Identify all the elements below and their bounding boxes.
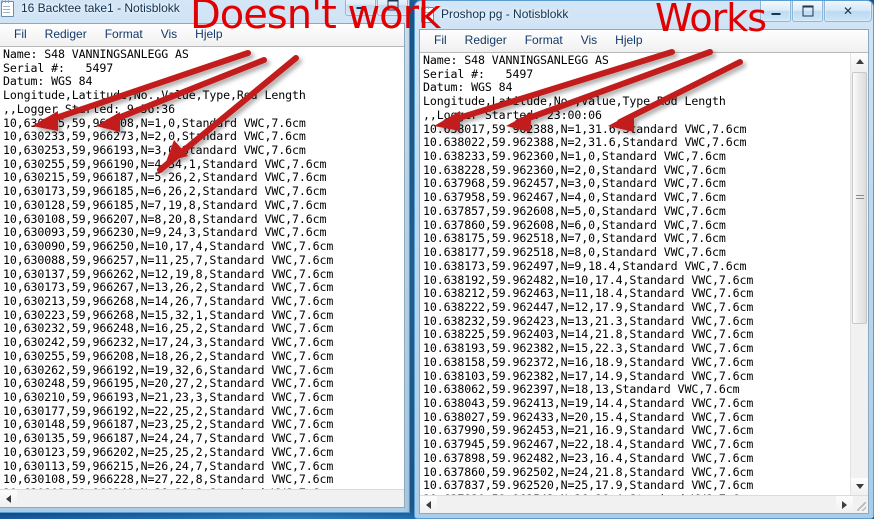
- resize-grip-icon[interactable]: [853, 496, 868, 513]
- scroll-right-arrow-icon[interactable]: [836, 496, 853, 513]
- text-editor-right[interactable]: Name: S48 VANNINGSANLEGG AS Serial #: 54…: [420, 53, 850, 495]
- editor-wrap-left: Name: S48 VANNINGSANLEGG AS Serial #: 54…: [0, 46, 404, 489]
- scroll-left-arrow-icon[interactable]: [0, 490, 17, 507]
- menu-item-format-right[interactable]: Format: [516, 31, 572, 50]
- menu-item-hjelp-right[interactable]: Hjelp: [606, 31, 651, 50]
- menu-item-format-left[interactable]: Format: [96, 25, 152, 44]
- editor-content-left[interactable]: Name: S48 VANNINGSANLEGG AS Serial #: 54…: [3, 47, 404, 489]
- menu-item-vis-left[interactable]: Vis: [152, 25, 186, 44]
- editor-wrap-right: Name: S48 VANNINGSANLEGG AS Serial #: 54…: [420, 52, 868, 495]
- notepad-window-right[interactable]: Proshop pg - Notisblokk ✕ Fil Rediger Fo…: [414, 0, 874, 519]
- notepad-icon: [419, 5, 435, 23]
- scroll-up-arrow-icon[interactable]: [851, 53, 868, 70]
- menu-item-fil-left[interactable]: Fil: [5, 25, 36, 44]
- menu-item-rediger-right[interactable]: Rediger: [456, 31, 516, 50]
- hscroll-track-left[interactable]: [17, 490, 404, 507]
- menu-item-vis-right[interactable]: Vis: [572, 31, 606, 50]
- scrollbar-grip-icon: [855, 195, 864, 201]
- menubar-right[interactable]: Fil Rediger Format Vis Hjelp: [420, 30, 868, 52]
- close-icon[interactable]: ✕: [824, 1, 872, 22]
- minimize-icon[interactable]: [760, 1, 791, 22]
- client-area-left: Fil Rediger Format Vis Hjelp Name: S48 V…: [0, 23, 405, 508]
- notepad-window-left[interactable]: 16 Backtee take1 - Notisblokk Fil Redige…: [0, 0, 410, 513]
- horizontal-scrollbar-left[interactable]: [0, 489, 404, 507]
- scroll-down-arrow-icon[interactable]: [851, 478, 868, 495]
- text-editor-left[interactable]: Name: S48 VANNINGSANLEGG AS Serial #: 54…: [0, 47, 404, 489]
- vertical-scrollbar-right[interactable]: [850, 53, 868, 495]
- notepad-icon: [0, 0, 15, 17]
- desktop-background: 16 Backtee take1 - Notisblokk Fil Redige…: [0, 0, 874, 519]
- client-area-right: Fil Rediger Format Vis Hjelp Name: S48 V…: [419, 29, 869, 514]
- window-controls-left[interactable]: [345, 0, 408, 16]
- window-title-left: 16 Backtee take1 - Notisblokk: [21, 0, 180, 15]
- minimize-icon[interactable]: [345, 0, 376, 16]
- menu-item-rediger-left[interactable]: Rediger: [36, 25, 96, 44]
- menu-item-fil-right[interactable]: Fil: [425, 31, 456, 50]
- maximize-icon[interactable]: [792, 1, 823, 22]
- titlebar-left[interactable]: 16 Backtee take1 - Notisblokk: [0, 0, 409, 20]
- maximize-icon[interactable]: [377, 0, 408, 16]
- hscroll-track-right[interactable]: [437, 496, 836, 513]
- editor-content-right[interactable]: Name: S48 VANNINGSANLEGG AS Serial #: 54…: [423, 53, 850, 495]
- scroll-left-arrow-icon[interactable]: [420, 496, 437, 513]
- vscroll-thumb-right[interactable]: [852, 72, 867, 324]
- window-controls-right[interactable]: ✕: [760, 1, 872, 22]
- window-title-right: Proshop pg - Notisblokk: [441, 6, 569, 21]
- horizontal-scrollbar-right[interactable]: [420, 495, 868, 513]
- menubar-left[interactable]: Fil Rediger Format Vis Hjelp: [0, 24, 404, 46]
- titlebar-right[interactable]: Proshop pg - Notisblokk ✕: [415, 1, 873, 26]
- menu-item-hjelp-left[interactable]: Hjelp: [186, 25, 231, 44]
